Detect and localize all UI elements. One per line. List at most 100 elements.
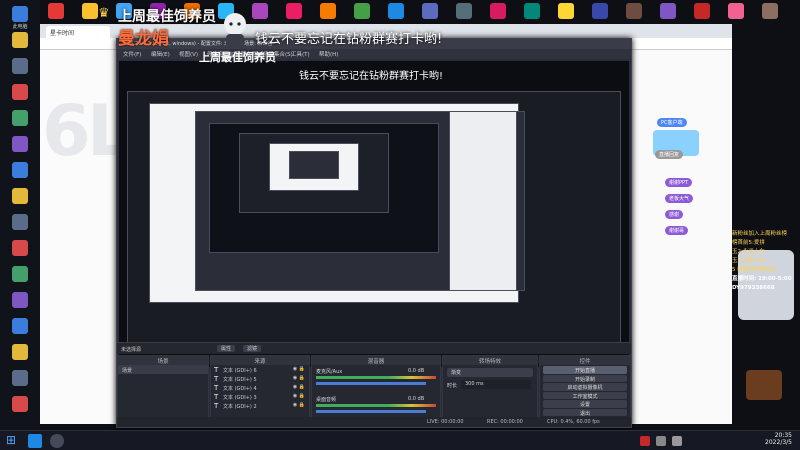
overlay-info-line: 玉2 永远上车 [732, 249, 765, 255]
desktop-app-icon [12, 266, 28, 282]
tray-volume-icon[interactable] [672, 436, 682, 446]
desktop-top-app-icon[interactable] [320, 3, 336, 19]
desktop-icon[interactable] [6, 344, 34, 361]
visibility-lock-icon[interactable]: ◉ 🔒 [293, 366, 305, 372]
control-button[interactable]: 开始录制 [543, 374, 627, 383]
desktop-top-app-icon[interactable] [660, 3, 676, 19]
pc-client-badge[interactable]: PC客户端 [657, 118, 687, 127]
taskbar-clock[interactable]: 20:35 2022/3/5 [744, 432, 792, 446]
clock-time: 20:35 [774, 432, 792, 439]
chat-pill-2[interactable]: 老板大气 [665, 194, 694, 203]
control-button[interactable]: 设置 [543, 400, 627, 408]
preview-nest-chat [449, 111, 517, 291]
desktop-icon[interactable] [6, 370, 34, 387]
desktop-top-app-icon[interactable] [626, 3, 642, 19]
chat-pill-3[interactable]: 感谢 [665, 210, 684, 219]
obs-menu-bar: 文件(F) 编辑(E) 视图(V) 停靠窗口(D) 配置文件(P) 场景集合(S) 工具(T… [117, 49, 631, 59]
menu-item[interactable]: 编辑(E) [151, 50, 170, 58]
desktop-top-app-icon[interactable] [422, 3, 438, 19]
filters-button[interactable]: 滤镜 [243, 345, 262, 352]
tray-antivirus-icon[interactable] [640, 436, 650, 446]
visibility-lock-icon[interactable]: ◉ 🔒 [293, 384, 305, 390]
desktop-icon[interactable] [6, 292, 34, 309]
control-button[interactable]: 工作室模式 [543, 391, 627, 400]
desktop-icon[interactable] [6, 136, 34, 153]
overlay-title: 上周最佳饲养员 [118, 9, 216, 25]
desktop-top-app-icon[interactable] [524, 3, 540, 19]
desktop-icon[interactable] [6, 318, 34, 335]
desktop-icon[interactable] [6, 32, 34, 49]
desktop-icon[interactable] [6, 214, 34, 231]
desktop-top-app-icon[interactable] [82, 3, 98, 19]
source-item[interactable]: T 文本 (GDI+) 5 ◉ 🔒 [211, 374, 309, 383]
desktop-app-icon [12, 240, 28, 256]
desktop-top-app-icon[interactable] [728, 3, 744, 19]
source-item[interactable]: T 文本 (GDI+) 6 ◉ 🔒 [211, 365, 309, 374]
desktop-top-app-icon[interactable] [558, 3, 574, 19]
visibility-lock-icon[interactable]: ◉ 🔒 [293, 393, 305, 399]
desktop-top-app-icon[interactable] [354, 3, 370, 19]
desktop-icon[interactable]: 此电脑 [6, 6, 34, 30]
control-button[interactable]: 退出 [543, 408, 627, 417]
desktop-icon-label: 此电脑 [12, 24, 28, 30]
transition-type-select[interactable]: 渐变 [447, 368, 533, 377]
live-reply-pill[interactable]: 直播回复 [655, 150, 684, 159]
text-source-icon: T [214, 375, 219, 383]
desktop-top-app-icon[interactable] [252, 3, 268, 19]
overlay-info-line: 榜首前5:爱拼 [732, 240, 765, 246]
desktop-icon[interactable] [6, 110, 34, 127]
scene-item[interactable]: 场景 [118, 365, 208, 374]
source-item[interactable]: T 文本 (GDI+) 2 ◉ 🔒 [211, 401, 309, 410]
desktop-top-app-icon[interactable] [456, 3, 472, 19]
menu-item[interactable]: 视图(V) [179, 50, 198, 58]
desktop-icon[interactable] [6, 84, 34, 101]
source-item[interactable]: T 文本 (GDI+) 3 ◉ 🔒 [211, 392, 309, 401]
windows-start-icon[interactable]: ⊞ [6, 433, 20, 447]
tray-network-icon[interactable] [656, 436, 666, 446]
duration-input[interactable]: 300 ms [461, 380, 531, 389]
desktop-top-app-icon[interactable] [286, 3, 302, 19]
desktop-top-app-icon[interactable] [48, 3, 64, 19]
desktop-top-app-icon[interactable] [762, 3, 778, 19]
properties-button[interactable]: 属性 [217, 345, 236, 352]
desktop-app-icon [12, 214, 28, 230]
desktop-icon[interactable] [6, 188, 34, 205]
desktop-app-icon [12, 136, 28, 152]
menu-item[interactable]: 工具(T) [291, 50, 310, 58]
no-source-label: 未选择源 [121, 347, 142, 353]
control-button[interactable]: 开始直播 [543, 366, 627, 374]
transitions-header: 转场特效 [443, 356, 537, 365]
browser-right-panel: PC客户端 直播回复 谢谢PPT 老板大气 感谢 谢谢哥 [625, 50, 732, 424]
taskbar-obs-icon[interactable] [50, 434, 64, 448]
desktop-top-app-icon[interactable] [388, 3, 404, 19]
desktop-icon[interactable] [6, 396, 34, 413]
visibility-lock-icon[interactable]: ◉ 🔒 [293, 402, 305, 408]
desktop-top-app-icon[interactable] [490, 3, 506, 19]
sources-header: 来源 [211, 356, 309, 365]
desktop-icon[interactable] [6, 240, 34, 257]
desktop-top-app-icon[interactable] [592, 3, 608, 19]
obs-preview[interactable]: 上周最佳饲养员 钱云不要忘记在钻粉群赛打卡哟! [119, 51, 629, 367]
mixer-channel-2-meter [316, 404, 436, 407]
menu-item[interactable]: 文件(F) [123, 50, 141, 58]
overlay-info-line: 玉1 完美上车 [732, 258, 765, 264]
chat-pill-1[interactable]: 谢谢PPT [665, 178, 693, 187]
rec-status: REC: 00:00:00 [487, 419, 523, 425]
stream-overlay-right: 新粉丝加入上周粉丝榜 榜首前5:爱拼 玉2 永远上车 玉1 完美上车 5 收割钻票再续来… [732, 20, 800, 430]
overlay-scroll-text: 钱云不要忘记在钻粉群赛打卡哟! [255, 32, 443, 47]
stream-logo-badge [746, 370, 782, 400]
taskbar-browser-icon[interactable] [28, 434, 42, 448]
mixer-channel-1-slider[interactable] [316, 382, 426, 385]
visibility-lock-icon[interactable]: ◉ 🔒 [293, 375, 305, 381]
source-item[interactable]: T 文本 (GDI+) 4 ◉ 🔒 [211, 383, 309, 392]
control-button[interactable]: 启动虚拟摄像机 [543, 383, 627, 391]
desktop-top-app-icon[interactable] [694, 3, 710, 19]
menu-item[interactable]: 帮助(H) [319, 50, 338, 58]
chat-pill-4[interactable]: 谢谢哥 [665, 226, 689, 235]
desktop-app-icon [12, 188, 28, 204]
desktop-icon[interactable] [6, 162, 34, 179]
desktop-icon[interactable] [6, 266, 34, 283]
mixer-channel-2-slider[interactable] [316, 410, 426, 413]
desktop-icon[interactable] [6, 58, 34, 75]
browser-tab[interactable]: 星卡时间 [46, 26, 110, 38]
